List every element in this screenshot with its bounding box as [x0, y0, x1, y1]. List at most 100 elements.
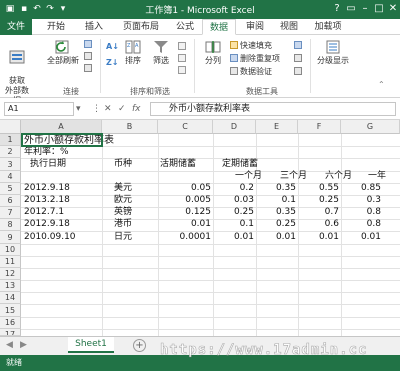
cell-e4-three-months[interactable]: 三个月 [280, 171, 307, 182]
cell-one-month-rate[interactable]: 0.03 [213, 195, 254, 206]
cell-current-rate[interactable]: 0.0001 [158, 232, 212, 243]
name-box[interactable]: A1 [4, 102, 74, 116]
column-header-g[interactable]: G [341, 120, 400, 134]
row-header[interactable]: 15 [0, 304, 21, 317]
flash-fill-button[interactable]: 快速填充 [230, 40, 272, 51]
cell-one-year-rate[interactable]: 0.3 [341, 195, 381, 206]
row-header[interactable]: 9 [0, 231, 21, 244]
tab-addins[interactable]: 加载项 [310, 19, 346, 35]
cell-a3-date-header[interactable]: 执行日期 [30, 159, 66, 170]
filter-button[interactable]: 筛选 [150, 39, 172, 66]
cell-current-rate[interactable]: 0.05 [158, 183, 211, 194]
edit-links-small-icon[interactable] [84, 63, 94, 74]
cell-one-month-rate[interactable]: 0.1 [213, 219, 254, 230]
cell-one-year-rate[interactable]: 0.8 [341, 219, 381, 230]
collapse-ribbon-icon[interactable]: ⌃ [378, 79, 385, 90]
row-header[interactable]: 7 [0, 207, 21, 219]
refresh-all-button[interactable]: 全部刷新 [46, 39, 80, 66]
cell-one-year-rate[interactable]: 0.01 [341, 232, 381, 243]
sort-asc-icon[interactable]: A↓ [106, 41, 119, 52]
row-header[interactable]: 4 [0, 171, 21, 183]
cell-date[interactable]: 2012.9.18 [24, 183, 70, 194]
cell-f4-six-months[interactable]: 六个月 [325, 171, 352, 182]
add-sheet-icon[interactable]: + [133, 339, 146, 352]
connections-small-icon[interactable] [84, 39, 94, 50]
cell-currency[interactable]: 日元 [114, 232, 132, 243]
what-if-icon[interactable] [294, 53, 304, 64]
column-header-b[interactable]: B [102, 120, 158, 134]
next-sheet-icon[interactable]: ▶ [20, 340, 27, 350]
remove-duplicates-button[interactable]: 删除重复项 [230, 53, 280, 64]
row-header[interactable]: 16 [0, 317, 21, 329]
column-header-d[interactable]: D [213, 120, 256, 134]
cell-c3-current-header[interactable]: 活期储蓄 [160, 159, 196, 170]
tab-page-layout[interactable]: 页面布局 [116, 19, 166, 35]
cell-current-rate[interactable]: 0.01 [158, 219, 211, 230]
tab-view[interactable]: 视图 [274, 19, 304, 35]
cell-three-months-rate[interactable]: 0.25 [256, 219, 296, 230]
cell-date[interactable]: 2012.7.1 [24, 207, 64, 218]
close-button[interactable]: ✕ [386, 2, 400, 16]
row-header[interactable]: 12 [0, 268, 21, 280]
worksheet-grid[interactable]: A B C D E F G 1 2 3 4 5 6 7 8 9 10 11 12… [0, 120, 400, 336]
column-header-e[interactable]: E [256, 120, 298, 134]
sort-button[interactable]: ZA 排序 [122, 39, 144, 66]
tab-file[interactable]: 文件 [0, 19, 32, 35]
outline-button[interactable]: 分级显示 [314, 39, 352, 66]
row-header[interactable]: 8 [0, 219, 21, 231]
row-header[interactable]: 13 [0, 280, 21, 292]
tab-formulas[interactable]: 公式 [170, 19, 200, 35]
ribbon-display-icon[interactable]: ▭ [344, 2, 358, 16]
row-header[interactable]: 14 [0, 292, 21, 304]
consolidate-icon[interactable] [294, 40, 304, 51]
name-box-dropdown-icon[interactable]: ▾ [76, 103, 81, 115]
cell-current-rate[interactable]: 0.125 [158, 207, 211, 218]
row-header[interactable]: 10 [0, 244, 21, 256]
cell-current-rate[interactable]: 0.005 [158, 195, 211, 206]
cell-six-months-rate[interactable]: 0.01 [298, 232, 339, 243]
cell-three-months-rate[interactable]: 0.35 [256, 183, 296, 194]
column-header-c[interactable]: C [158, 120, 213, 134]
cell-one-year-rate[interactable]: 0.85 [341, 183, 381, 194]
sort-desc-icon[interactable]: Z↓ [106, 57, 119, 68]
cell-d3-fixed-header[interactable]: 定期储蓄 [222, 159, 258, 170]
cell-one-month-rate[interactable]: 0.25 [213, 207, 254, 218]
cell-six-months-rate[interactable]: 0.55 [298, 183, 339, 194]
reapply-filter-icon[interactable] [178, 53, 188, 64]
row-header[interactable]: 1 [0, 134, 21, 146]
cell-one-year-rate[interactable]: 0.8 [341, 207, 381, 218]
cell-six-months-rate[interactable]: 0.6 [298, 219, 339, 230]
cell-a2-rate-unit[interactable]: 年利率：% [24, 147, 69, 158]
cell-three-months-rate[interactable]: 0.35 [256, 207, 296, 218]
properties-small-icon[interactable] [84, 51, 94, 62]
cell-three-months-rate[interactable]: 0.1 [256, 195, 296, 206]
cell-date[interactable]: 2012.9.18 [24, 219, 70, 230]
cell-date[interactable]: 2010.09.10 [24, 232, 76, 243]
row-header[interactable]: 3 [0, 158, 21, 171]
cell-g4-one-year[interactable]: 一年 [368, 171, 386, 182]
maximize-button[interactable]: □ [372, 2, 386, 16]
cell-d4-one-month[interactable]: 一个月 [235, 171, 262, 182]
cell-b3-currency-header[interactable]: 币种 [114, 159, 132, 170]
tab-data[interactable]: 数据 [202, 19, 236, 35]
tab-insert[interactable]: 插入 [78, 19, 110, 35]
cancel-icon[interactable]: ✕ [104, 103, 112, 115]
clear-filter-icon[interactable] [178, 41, 188, 52]
row-header[interactable]: 5 [0, 183, 21, 195]
minimize-button[interactable]: – [358, 2, 372, 16]
cell-six-months-rate[interactable]: 0.7 [298, 207, 339, 218]
cell-one-month-rate[interactable]: 0.2 [213, 183, 254, 194]
get-external-data-button[interactable]: 获取 外部数据 [2, 39, 32, 106]
help-icon[interactable]: ? [330, 2, 344, 16]
cell-currency[interactable]: 港币 [114, 219, 132, 230]
relationships-icon[interactable] [294, 66, 304, 77]
insert-function-icon[interactable]: fx [132, 103, 141, 115]
cell-three-months-rate[interactable]: 0.01 [256, 232, 296, 243]
row-header[interactable]: 2 [0, 146, 21, 158]
row-header[interactable]: 17 [0, 329, 21, 336]
formula-input[interactable]: 外币小额存款利率表 [150, 102, 396, 116]
cell-six-months-rate[interactable]: 0.25 [298, 195, 339, 206]
column-header-f[interactable]: F [298, 120, 341, 134]
tab-review[interactable]: 审阅 [240, 19, 270, 35]
row-header[interactable]: 6 [0, 195, 21, 207]
